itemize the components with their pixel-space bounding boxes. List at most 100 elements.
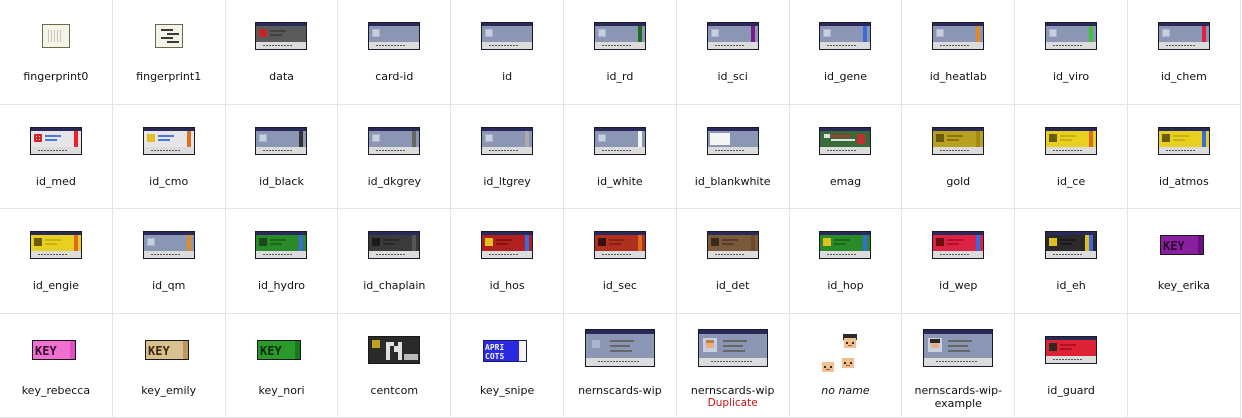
sprite-label: id_hop bbox=[790, 279, 902, 292]
sprite-label: id_engie bbox=[0, 279, 112, 292]
sprite-name: key_emily bbox=[141, 383, 197, 397]
sprite-cell: id_black bbox=[225, 104, 339, 209]
sprite-cell: emag bbox=[789, 104, 903, 209]
id-card-icon bbox=[592, 20, 648, 52]
sprite-cell: id_rd bbox=[563, 0, 677, 105]
svg-text:KEY: KEY bbox=[148, 344, 170, 358]
id-card-icon bbox=[479, 229, 535, 261]
sprite-name: id_qm bbox=[152, 279, 186, 292]
sprite-cell: nernscards-wip bbox=[563, 313, 677, 418]
sprite-label: key_snipe bbox=[451, 384, 563, 397]
sprite-grid: fingerprint0 fingerprint1 data card-id id id_… bbox=[0, 0, 1242, 418]
sprite-label: id_dkgrey bbox=[338, 175, 450, 188]
sprite-name: id_chaplain bbox=[363, 279, 426, 292]
sprite-name: id_rd bbox=[606, 70, 634, 83]
sprite-label: id_atmos bbox=[1128, 175, 1240, 188]
sprite-name: key_rebecca bbox=[21, 383, 91, 397]
sprite-cell: fingerprint1 bbox=[112, 0, 226, 105]
id-card-icon bbox=[253, 125, 309, 157]
sprite-cell: id_det bbox=[676, 209, 790, 314]
sprite-label: fingerprint1 bbox=[113, 70, 225, 83]
id-card-icon bbox=[28, 125, 84, 157]
sprite-cell: KEY key_emily bbox=[112, 313, 226, 418]
sprite-name: id_heatlab bbox=[929, 70, 987, 83]
sprite-cell: id_ce bbox=[1015, 104, 1128, 209]
sprite-label: key_rebecca bbox=[0, 384, 112, 397]
id-card-icon bbox=[697, 328, 769, 367]
id-card-icon bbox=[930, 229, 986, 261]
id-card-icon bbox=[366, 334, 422, 366]
sprite-cell: no name bbox=[789, 313, 903, 418]
sprite-cell: gold bbox=[902, 104, 1016, 209]
sprite-cell: id bbox=[451, 0, 564, 105]
id-card-icon bbox=[479, 20, 535, 52]
sprite-name: id_atmos bbox=[1158, 174, 1209, 188]
key-sprite-icon: KEY bbox=[1156, 229, 1212, 261]
id-card-icon bbox=[253, 20, 309, 52]
sprite-name: id_med bbox=[35, 174, 76, 188]
sprite-cell: id_sec bbox=[563, 209, 677, 314]
sprite-cell: nernscards-wip Duplicate bbox=[676, 313, 790, 418]
sprite-label: id_hydro bbox=[226, 279, 338, 292]
id-card-icon bbox=[366, 229, 422, 261]
sprite-label: nernscards-wip-example bbox=[902, 384, 1014, 410]
id-card-icon bbox=[817, 125, 873, 157]
sprite-label: id_wep bbox=[902, 279, 1014, 292]
sprite-name: nernscards-wip bbox=[690, 383, 775, 397]
sprite-name: id_blankwhite bbox=[694, 174, 771, 188]
sprite-cell: id_chaplain bbox=[338, 209, 452, 314]
sprite-name: card-id bbox=[375, 70, 414, 83]
sprite-cell: id_engie bbox=[0, 209, 113, 314]
sprite-cell: id_ltgrey bbox=[451, 104, 564, 209]
sprite-label: key_emily bbox=[113, 384, 225, 397]
sprite-cell: card-id bbox=[338, 0, 452, 105]
sprite-cell: fingerprint0 bbox=[0, 0, 113, 105]
sprite-name: id_engie bbox=[32, 279, 79, 292]
sprite-cell: APRI COTS key_snipe bbox=[451, 313, 564, 418]
sprite-cell bbox=[1127, 313, 1241, 418]
sprite-name: id_hydro bbox=[257, 279, 305, 292]
sprite-cell: id_dkgrey bbox=[338, 104, 452, 209]
sprite-cell: id_viro bbox=[1015, 0, 1128, 105]
id-card-icon bbox=[817, 20, 873, 52]
sprite-name: id_hop bbox=[827, 279, 864, 292]
sprite-label: id_sec bbox=[564, 279, 676, 292]
duplicate-note: Duplicate bbox=[707, 396, 758, 409]
sprite-label: no name bbox=[790, 384, 902, 397]
sprite-label: id_cmo bbox=[113, 175, 225, 188]
sprite-name: key_nori bbox=[258, 383, 305, 397]
sprite-name: id_white bbox=[597, 174, 643, 188]
sprite-label: id_qm bbox=[113, 279, 225, 292]
sprite-name: no name bbox=[821, 383, 870, 397]
id-card-icon bbox=[141, 125, 197, 157]
sprite-cell: id_qm bbox=[112, 209, 226, 314]
id-card-icon bbox=[479, 125, 535, 157]
sprite-name: key_snipe bbox=[479, 383, 535, 397]
id-card-icon bbox=[28, 229, 84, 261]
sprite-label: id bbox=[451, 70, 563, 83]
sprite-name: id_eh bbox=[1056, 279, 1086, 292]
sprite-label: id_viro bbox=[1015, 70, 1127, 83]
fingerprint-icon bbox=[141, 20, 197, 52]
sprite-cell: id_hop bbox=[789, 209, 903, 314]
sprite-label: id_det bbox=[677, 279, 789, 292]
sprite-cell: KEY key_nori bbox=[225, 313, 339, 418]
id-card-icon bbox=[366, 20, 422, 52]
sprite-name: id_dkgrey bbox=[367, 174, 421, 188]
id-card-icon bbox=[1043, 125, 1099, 157]
svg-text:COTS: COTS bbox=[485, 352, 504, 361]
sprite-cell: KEY key_erika bbox=[1127, 209, 1241, 314]
sprite-cell: id_atmos bbox=[1127, 104, 1241, 209]
id-card-icon bbox=[366, 125, 422, 157]
sprite-label: id_ltgrey bbox=[451, 175, 563, 188]
sprite-name: gold bbox=[946, 174, 971, 188]
sprite-cell: id_guard bbox=[1015, 313, 1128, 418]
sprite-name: emag bbox=[829, 174, 862, 188]
sprite-label: id_eh bbox=[1015, 279, 1127, 292]
sprite-label: key_nori bbox=[226, 384, 338, 397]
sprite-label: data bbox=[226, 70, 338, 83]
sprite-cell: KEY key_rebecca bbox=[0, 313, 113, 418]
sprite-label: nernscards-wip Duplicate bbox=[677, 384, 789, 410]
sprite-name: fingerprint0 bbox=[23, 70, 89, 83]
sprite-cell: id_heatlab bbox=[902, 0, 1016, 105]
